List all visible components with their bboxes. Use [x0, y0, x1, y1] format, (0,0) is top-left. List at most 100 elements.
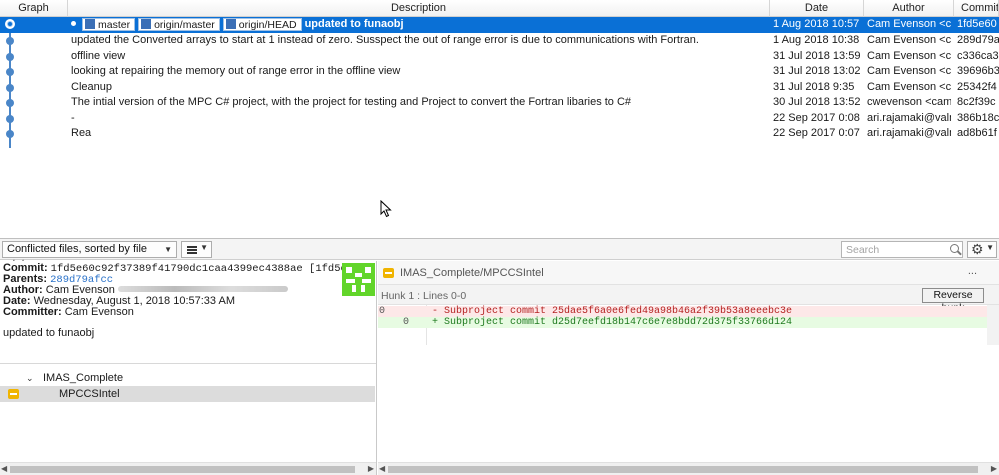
commit-row[interactable]: updated the Converted arrays to start at… — [0, 33, 999, 49]
commit-sha: 1fd5e60c92f37389f41790dc1caa4399ec4388ae… — [50, 263, 343, 275]
search-icon[interactable] — [950, 244, 959, 253]
horizontal-scrollbar[interactable]: ◀ ▶ — [378, 462, 999, 475]
diff-line-added: 0 + Subproject commit d25d7eefd18b147c6e… — [378, 317, 987, 328]
settings-button[interactable]: ⚙ ▼ — [967, 241, 997, 258]
graph-node-icon — [6, 114, 14, 123]
commit-history-panel: Graph Description Date Author Commit mas… — [0, 0, 999, 239]
commit-date: 1 Aug 2018 10:38 — [773, 34, 860, 46]
commit-full-message: updated to funaobj — [3, 327, 95, 339]
diff-line-removed: 0 - Subproject commit 25dae5f6a0e6fed49a… — [378, 306, 987, 317]
view-mode-button[interactable]: ▼ — [181, 241, 212, 258]
graph-head-node-icon — [5, 19, 15, 29]
scroll-right-icon[interactable]: ▶ — [368, 463, 374, 475]
parent-link[interactable]: 289d79afcc — [50, 274, 113, 286]
avatar — [342, 263, 375, 296]
list-view-icon — [187, 246, 197, 254]
scroll-left-icon[interactable]: ◀ — [1, 463, 7, 475]
chevron-down-icon: ▼ — [164, 245, 172, 254]
commit-author: ari.rajamaki@valm — [867, 127, 951, 139]
column-header-description[interactable]: Description — [68, 0, 770, 17]
chevron-down-icon: ▼ — [986, 243, 994, 252]
modified-file-icon — [383, 268, 394, 278]
commit-row[interactable]: Rea 22 Sep 2017 0:07 ari.rajamaki@valm a… — [0, 126, 999, 142]
hunk-header: Hunk 1 : Lines 0-0 Reverse hunk — [378, 285, 999, 314]
commit-row[interactable]: looking at repairing the memory out of r… — [0, 64, 999, 80]
branch-tag-origin-head[interactable]: origin/HEAD — [222, 18, 302, 31]
redacted-email — [117, 286, 288, 292]
commit-author: cwevenson <cam.e — [867, 96, 951, 108]
chevron-down-icon[interactable]: ⌄ — [26, 371, 34, 386]
scroll-right-icon[interactable]: ▶ — [991, 463, 997, 475]
commit-date: 30 Jul 2018 13:52 — [773, 96, 861, 108]
commit-row[interactable]: - 22 Sep 2017 0:08 ari.rajamaki@valm 386… — [0, 111, 999, 127]
commit-row-selected[interactable]: master origin/master origin/HEAD updated to… — [0, 17, 999, 33]
parents-row: Parents: 289d79afcc — [3, 274, 114, 286]
column-header-commit[interactable]: Commit — [954, 0, 999, 17]
reverse-hunk-button[interactable]: Reverse hunk — [922, 288, 984, 314]
commit-date: 31 Jul 2018 9:35 — [773, 80, 855, 93]
current-branch-dot-icon — [71, 21, 76, 26]
diff-file-path: IMAS_Complete/MPCCSIntel — [400, 267, 544, 279]
file-filter-dropdown[interactable]: Conflicted files, sorted by file status … — [2, 241, 177, 270]
graph-node-icon — [6, 37, 14, 45]
graph-node-icon — [6, 130, 14, 138]
hunk-label: Hunk 1 : Lines 0-0 — [381, 290, 467, 302]
graph-node-icon — [6, 52, 14, 61]
search-input[interactable] — [841, 241, 963, 258]
commit-date: 22 Sep 2017 0:08 — [773, 111, 860, 124]
commit-hash: 289d79a — [957, 34, 999, 46]
commit-author: ari.rajamaki@valm — [867, 111, 951, 124]
column-header-graph[interactable]: Graph — [0, 0, 68, 17]
commit-date-full: Wednesday, August 1, 2018 10:57:33 AM — [33, 296, 235, 307]
removed-line-text: - Subproject commit 25dae5f6a0e6fed49a98… — [432, 306, 793, 317]
commit-message: - — [71, 111, 75, 124]
author-row: Author: Cam Evenson — [3, 285, 343, 296]
scrollbar-thumb[interactable] — [10, 466, 355, 473]
commit-hash: 8c2f39c — [957, 96, 996, 108]
commit-message: looking at repairing the memory out of r… — [71, 65, 401, 77]
diff-panel: IMAS_Complete/MPCCSIntel ... Hunk 1 : Li… — [378, 261, 999, 475]
commit-hash: 1fd5e60 — [957, 18, 997, 30]
commit-author: Cam Evenson <car — [867, 34, 951, 46]
commit-hash: c336ca3 — [957, 49, 999, 62]
horizontal-scrollbar[interactable]: ◀ ▶ — [0, 462, 376, 475]
scroll-left-icon[interactable]: ◀ — [379, 463, 385, 475]
committer-name: Cam Evenson — [64, 307, 134, 318]
more-options-button[interactable]: ... — [968, 265, 977, 277]
file-tree-root[interactable]: ⌄ IMAS_Complete — [0, 371, 376, 386]
gear-icon: ⚙ — [971, 241, 984, 257]
column-header-author[interactable]: Author — [864, 0, 954, 17]
branch-tag-origin-master[interactable]: origin/master — [138, 18, 220, 31]
committer-row: Committer: Cam Evenson — [3, 307, 134, 318]
commit-details: Commit: 1fd5e60c92f37389f41790dc1caa4399… — [3, 263, 343, 318]
modified-file-icon — [8, 389, 19, 399]
commit-hash: 39696b3 — [957, 65, 999, 77]
graph-node-icon — [6, 68, 14, 76]
commit-author: Cam Evenson <car — [867, 80, 951, 93]
graph-node-icon — [6, 99, 14, 107]
commit-author: Cam Evenson <car — [867, 65, 951, 77]
column-header-date[interactable]: Date — [770, 0, 864, 17]
chevron-down-icon: ▼ — [200, 243, 208, 252]
graph-node-icon — [6, 83, 14, 92]
commit-message: Rea — [71, 127, 92, 139]
date-row: Date: Wednesday, August 1, 2018 10:57:33… — [3, 296, 235, 307]
branch-tag-master[interactable]: master — [82, 18, 136, 31]
file-tree-item-selected[interactable]: MPCCSIntel — [0, 386, 375, 402]
old-line-number: 0 — [379, 306, 386, 317]
commit-description: master origin/master origin/HEAD updated to… — [71, 17, 768, 32]
scrollbar-thumb[interactable] — [388, 466, 978, 473]
commit-author: Cam Evenson <car — [867, 49, 951, 62]
commit-hash: 386b18c — [957, 111, 999, 124]
commit-row[interactable]: Cleanup 31 Jul 2018 9:35 Cam Evenson <ca… — [0, 80, 999, 96]
divider — [0, 363, 376, 364]
author-name: Cam Evenson — [45, 285, 115, 296]
commit-date: 31 Jul 2018 13:02 — [773, 65, 861, 77]
vertical-scrollbar[interactable] — [987, 305, 999, 345]
commit-row[interactable]: offline view 31 Jul 2018 13:59 Cam Evens… — [0, 49, 999, 65]
commit-message: updated to funaobj — [304, 18, 404, 30]
commit-row[interactable]: The intial version of the MPC C# project… — [0, 95, 999, 111]
commit-author: Cam Evenson <car — [867, 18, 951, 30]
remote-branch-icon — [225, 19, 236, 29]
added-line-text: + Subproject commit d25d7eefd18b147c6e7e… — [432, 317, 793, 328]
